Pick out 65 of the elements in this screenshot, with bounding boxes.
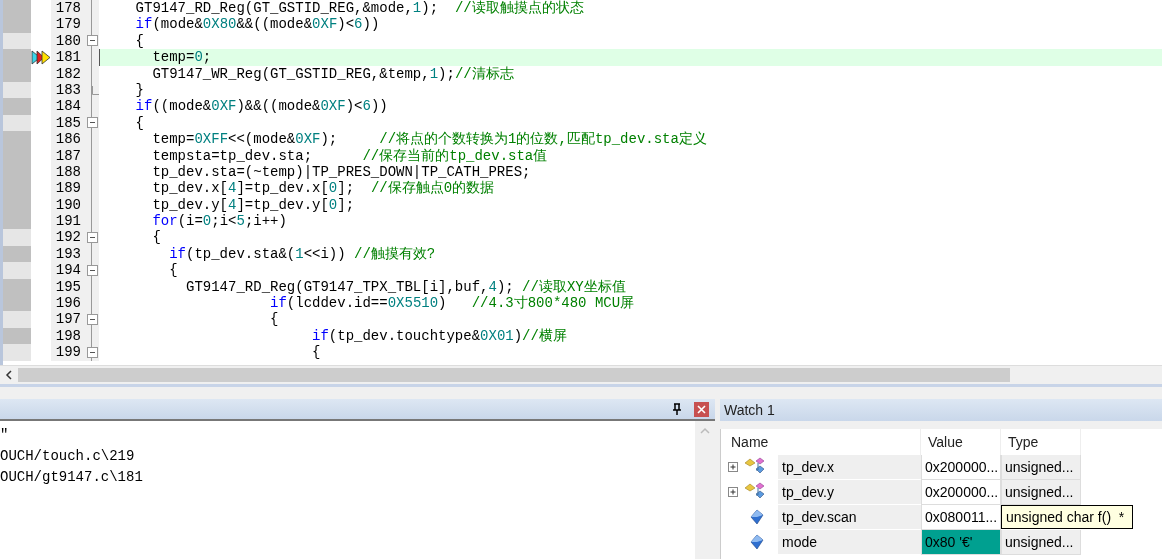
code-line: temp=0XFF<<(mode&0XF); //将点的个数转换为1的位数,匹配tp_dev.sta定义 <box>151 131 708 148</box>
code-line: tempsta=tp_dev.sta; //保存当前的tp_dev.sta值 <box>151 147 549 164</box>
watch-name[interactable]: tp_dev.y <box>778 480 921 504</box>
watch-type: unsigned... <box>1001 455 1081 480</box>
variable-diamond-icon <box>750 534 764 550</box>
code-line: if(tp_dev.touchtype&0X01)//横屏 <box>311 327 568 345</box>
fold-toggle-icon[interactable] <box>86 314 98 326</box>
code-line: { <box>168 262 179 279</box>
output-line: " <box>0 426 10 445</box>
watch-name[interactable]: tp_dev.x <box>778 455 921 479</box>
line-number: 196 <box>51 295 85 312</box>
fold-toggle-icon[interactable] <box>86 264 98 276</box>
pin-icon <box>672 403 682 415</box>
pin-button[interactable] <box>670 402 684 416</box>
code-line: GT9147_RD_Reg(GT9147_TPX_TBL[i],buf,4); //读取XY坐标值 <box>185 278 627 295</box>
close-icon <box>697 404 706 414</box>
watch-value: 0x200000... <box>921 455 1001 480</box>
line-number: 178 <box>51 0 85 17</box>
code-line: if(tp_dev.sta&(1<<i)) //触摸有效? <box>168 245 437 263</box>
line-number: 181 <box>51 49 85 66</box>
watch-value: 0x200000... <box>921 480 1001 505</box>
watch-type: unsigned... <box>1001 530 1081 555</box>
output-line: OUCH/gt9147.c\181 <box>0 468 144 487</box>
expand-plus-icon[interactable] <box>728 486 739 498</box>
code-line: } <box>134 81 145 99</box>
fold-toggle-icon[interactable] <box>86 35 98 47</box>
line-number: 179 <box>51 16 85 33</box>
watch-name[interactable]: tp_dev.scan <box>778 505 921 529</box>
code-line: tp_dev.x[4]=tp_dev.x[0]; //保存触点0的数据 <box>151 180 496 197</box>
line-number: 199 <box>51 344 85 361</box>
code-line: { <box>311 344 322 361</box>
close-button[interactable] <box>694 401 709 417</box>
line-number: 191 <box>51 213 85 230</box>
code-line: for(i=0;i<5;i++) <box>151 213 288 230</box>
watch-value: 0x80 '€' <box>921 530 1001 555</box>
code-line: if(mode&0X80&&((mode&0XF)<6)) <box>134 16 381 33</box>
line-number: 184 <box>51 98 85 115</box>
code-line: tp_dev.sta=(~temp)|TP_PRES_DOWN|TP_CATH_PRES; <box>151 163 532 180</box>
watch-type: unsigned... <box>1001 480 1081 505</box>
fold-toggle-icon[interactable] <box>86 117 98 129</box>
variable-diamond-icon <box>750 509 764 525</box>
code-line: { <box>151 229 162 246</box>
line-number: 194 <box>51 262 85 279</box>
panel-title: Watch 1 <box>720 399 1162 421</box>
fold-end-icon <box>91 85 99 95</box>
code-line: tp_dev.y[4]=tp_dev.y[0]; <box>151 196 356 214</box>
horizontal-scrollbar-thumb[interactable] <box>18 368 1010 382</box>
code-line: GT9147_WR_Reg(GT_GSTID_REG,&temp,1);//清标志 <box>151 65 515 82</box>
output-line: OUCH/touch.c\219 <box>0 447 136 466</box>
watch-value: 0x080011... <box>921 505 1001 530</box>
watch-name[interactable]: mode <box>778 530 921 554</box>
line-number: 192 <box>51 229 85 246</box>
expand-plus-icon[interactable] <box>728 461 739 473</box>
code-line: { <box>134 32 145 50</box>
code-line: { <box>134 114 145 132</box>
fold-toggle-icon[interactable] <box>86 232 98 244</box>
code-line: if((mode&0XF)&&((mode&0XF)<6)) <box>134 98 389 115</box>
line-number: 197 <box>51 311 85 328</box>
code-line: GT9147_RD_Reg(GT_GSTID_REG,&mode,1); //读取触摸点的状态 <box>134 0 585 17</box>
line-number: 189 <box>51 180 85 197</box>
code-line: if(lcddev.id==0X5510) //4.3寸800*480 MCU屏 <box>269 295 636 312</box>
line-number: 186 <box>51 131 85 148</box>
type-tooltip: unsigned char f() * <box>1001 505 1134 529</box>
fold-toggle-icon[interactable] <box>86 346 98 358</box>
code-line: { <box>269 311 280 328</box>
